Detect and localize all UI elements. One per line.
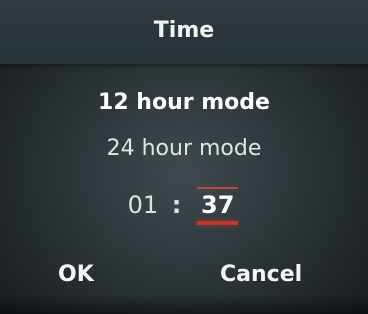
cancel-button[interactable]: Cancel [220, 262, 302, 287]
option-12-hour-mode[interactable]: 12 hour mode [0, 90, 368, 115]
screen-title: Time [153, 18, 215, 43]
time-field: 01 : 37 [0, 187, 368, 225]
option-24-hour-mode[interactable]: 24 hour mode [0, 136, 368, 161]
bottom-shadow [0, 294, 368, 314]
time-separator: : [171, 191, 182, 219]
time-settings-screen: Time 12 hour mode 24 hour mode 01 : 37 O… [0, 0, 368, 314]
ok-button[interactable]: OK [58, 262, 94, 287]
minute-field[interactable]: 37 [195, 187, 240, 225]
title-bar: Time [0, 0, 368, 64]
hour-field[interactable]: 01 [128, 191, 159, 219]
